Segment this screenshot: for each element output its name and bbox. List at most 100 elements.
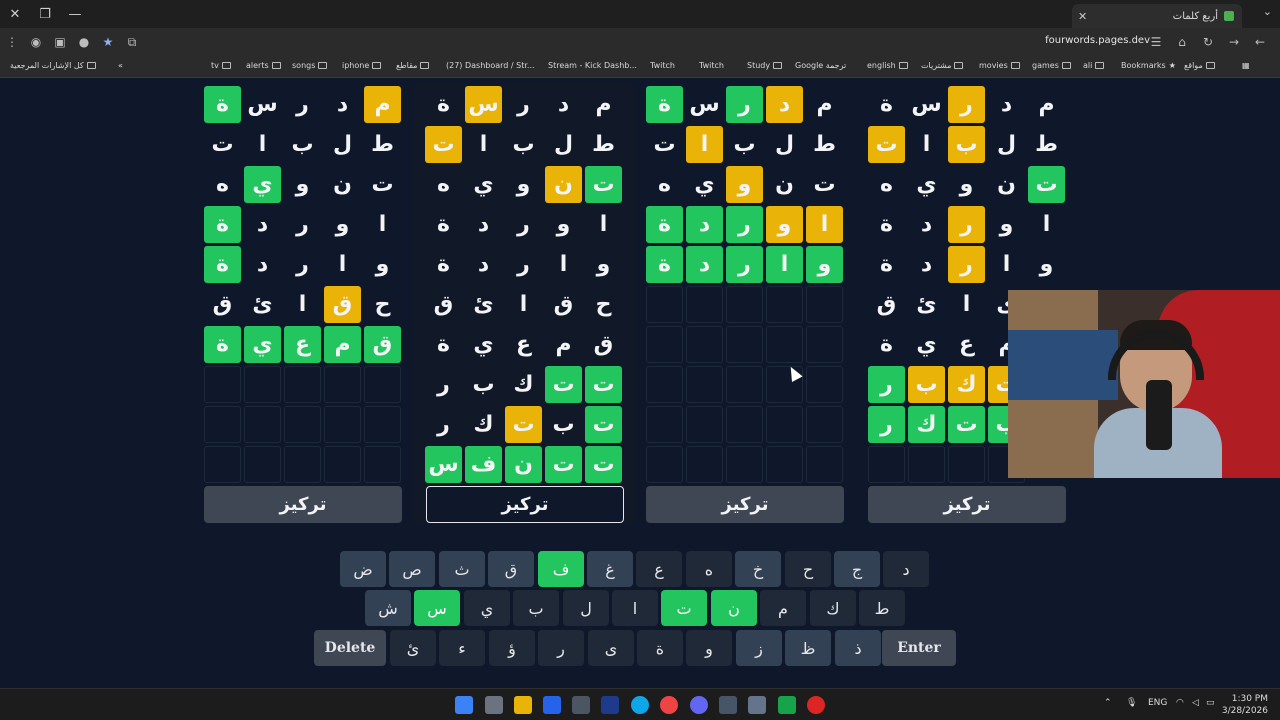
bookmark-folder[interactable]: Bookmarks ★ (1121, 61, 1176, 70)
bookmark-link[interactable]: Google ترجمة (795, 61, 846, 70)
keyboard-key[interactable]: ت (661, 590, 707, 626)
xbox-icon[interactable] (778, 696, 796, 714)
keyboard-key[interactable]: ى (588, 630, 634, 666)
clock[interactable]: 1:30 PM 3/28/2026 (1222, 693, 1268, 717)
menu-icon[interactable]: ⋮ (0, 30, 24, 54)
bookmark-folder[interactable]: ali (1083, 61, 1105, 70)
keyboard-key[interactable]: س (414, 590, 460, 626)
keyboard-key[interactable]: د (883, 551, 929, 587)
focus-button-board-1[interactable]: تركيز (204, 486, 402, 523)
keyboard-key[interactable]: و (686, 630, 732, 666)
keyboard-key[interactable]: ق (488, 551, 534, 587)
chrome-icon[interactable] (660, 696, 678, 714)
tray-overflow-icon[interactable]: ⌃ (1104, 698, 1112, 708)
apps-grid-icon[interactable]: ▦ (1242, 61, 1250, 70)
keyboard-key[interactable]: ك (810, 590, 856, 626)
keyboard-key[interactable]: ل (563, 590, 609, 626)
keyboard-key[interactable]: ؤ (489, 630, 535, 666)
bookmark-folder[interactable]: مواقع (1184, 61, 1215, 70)
language-indicator[interactable]: ENG (1148, 698, 1167, 708)
keyboard-key[interactable]: ء (439, 630, 485, 666)
bookmark-link[interactable]: (27) Dashboard / Str... (446, 61, 535, 70)
battery-icon[interactable]: ▭ (1206, 698, 1215, 708)
microphone-icon[interactable]: 🎙 (1126, 698, 1137, 708)
keyboard-key[interactable]: ظ (785, 630, 831, 666)
bookmark-folder[interactable]: مشتريات (921, 61, 964, 70)
bookmark-folder[interactable]: english (867, 61, 908, 70)
address-bar[interactable]: fourwords.pages.dev (1045, 35, 1150, 46)
extension-drop-icon[interactable]: ● (72, 30, 96, 54)
bookmark-folder[interactable]: Study (747, 61, 783, 70)
keyboard-key[interactable]: ا (612, 590, 658, 626)
enter-key[interactable]: Enter (882, 630, 956, 666)
site-settings-icon[interactable]: ☰ (1144, 30, 1168, 54)
bookmark-folder[interactable]: alerts (246, 61, 281, 70)
keyboard-key[interactable]: ج (834, 551, 880, 587)
keyboard-key[interactable]: ه (686, 551, 732, 587)
tab-search-icon[interactable]: ⌄ (1263, 5, 1272, 18)
volume-icon[interactable]: ◁ (1192, 698, 1199, 708)
forward-icon[interactable]: → (1222, 30, 1246, 54)
app-icon[interactable] (748, 696, 766, 714)
keyboard-key[interactable]: غ (587, 551, 633, 587)
bookmark-folder[interactable]: songs (292, 61, 328, 70)
file-explorer-icon[interactable] (514, 696, 532, 714)
start-icon[interactable] (455, 696, 473, 714)
bookmark-star-icon[interactable]: ★ (96, 30, 120, 54)
steam-icon[interactable] (601, 696, 619, 714)
keyboard-key[interactable]: ح (785, 551, 831, 587)
keyboard-key[interactable]: ع (636, 551, 682, 587)
bookmark-label: Twitch (650, 61, 675, 70)
keyboard-key[interactable]: ب (513, 590, 559, 626)
browser-tab[interactable]: ✕ أربع كلمات (1072, 4, 1242, 28)
keyboard-key[interactable]: ي (464, 590, 510, 626)
focus-button-board-4[interactable]: تركيز (868, 486, 1066, 523)
home-icon[interactable]: ⌂ (1170, 30, 1194, 54)
delete-key[interactable]: Delete (314, 630, 386, 666)
keyboard-key[interactable]: ئ (390, 630, 436, 666)
keyboard-key[interactable]: م (760, 590, 806, 626)
close-window-icon[interactable]: ✕ (0, 0, 30, 28)
restore-window-icon[interactable]: ❐ (30, 0, 60, 28)
keyboard-key[interactable]: ز (736, 630, 782, 666)
discord-icon[interactable] (690, 696, 708, 714)
focus-button-board-3[interactable]: تركيز (646, 486, 844, 523)
keyboard-key[interactable]: خ (735, 551, 781, 587)
reload-icon[interactable]: ↻ (1196, 30, 1220, 54)
bookmark-all[interactable]: كل الإشارات المرجعية (10, 61, 96, 70)
bookmark-link[interactable]: Twitch (699, 61, 724, 70)
edge-icon[interactable] (631, 696, 649, 714)
wifi-icon[interactable]: ◠ (1176, 698, 1184, 708)
profile-icon[interactable]: ◉ (24, 30, 48, 54)
back-icon[interactable]: ← (1248, 30, 1272, 54)
keyboard-key[interactable]: ف (538, 551, 584, 587)
obs-icon[interactable] (807, 696, 825, 714)
calculator-icon[interactable] (572, 696, 590, 714)
store-icon[interactable] (543, 696, 561, 714)
bookmark-folder[interactable]: tv (211, 61, 231, 70)
keyboard-key[interactable]: ط (859, 590, 905, 626)
keyboard-key[interactable]: ذ (835, 630, 881, 666)
bookmark-folder[interactable]: movies (979, 61, 1020, 70)
keyboard-key[interactable]: ر (538, 630, 584, 666)
keyboard-key[interactable]: ة (637, 630, 683, 666)
task-view-icon[interactable] (485, 696, 503, 714)
keyboard-key[interactable]: ث (439, 551, 485, 587)
letter-tile: ي (244, 326, 281, 363)
focus-button-board-2[interactable]: تركيز (426, 486, 624, 523)
bookmark-folder[interactable]: iphone (342, 61, 382, 70)
bookmark-folder[interactable]: مقاطع (396, 61, 430, 70)
share-icon[interactable]: ⧉ (120, 30, 144, 54)
bookmark-link[interactable]: Stream - Kick Dashb... (548, 61, 637, 70)
keyboard-key[interactable]: ن (711, 590, 757, 626)
bookmark-folder[interactable]: games (1032, 61, 1071, 70)
extensions-icon[interactable]: ▣ (48, 30, 72, 54)
keyboard-key[interactable]: ض (340, 551, 386, 587)
keyboard-key[interactable]: ش (365, 590, 411, 626)
keyboard-key[interactable]: ص (389, 551, 435, 587)
close-tab-icon[interactable]: ✕ (1078, 10, 1087, 23)
app-icon[interactable] (719, 696, 737, 714)
bookmark-link[interactable]: Twitch (650, 61, 675, 70)
minimize-window-icon[interactable]: — (60, 0, 90, 28)
bookmarks-overflow-icon[interactable]: « (118, 61, 123, 70)
